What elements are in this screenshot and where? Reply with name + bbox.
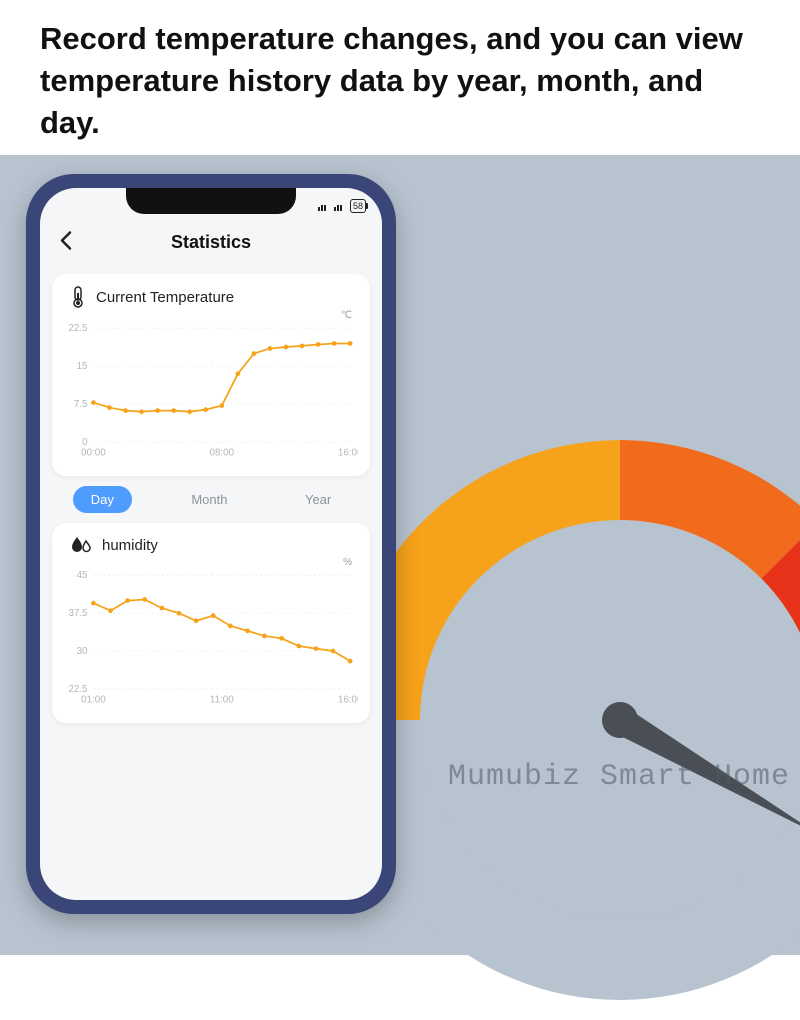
temperature-card: Current Temperature ℃ 0 7.5 15 22.5 00:00 08:…	[52, 274, 370, 476]
humidity-icon	[70, 535, 92, 555]
back-button[interactable]	[54, 227, 78, 258]
svg-text:01:00: 01:00	[81, 695, 106, 706]
phone-frame: 58 Statistics Current Temperature ℃ 0 7.5…	[26, 174, 396, 914]
watermark: Mumubiz Smart Home	[448, 760, 790, 794]
signal-icon	[334, 201, 346, 211]
temperature-unit: ℃	[64, 310, 358, 321]
tab-day[interactable]: Day	[73, 486, 132, 513]
nav-bar: Statistics	[40, 220, 382, 264]
svg-text:30: 30	[77, 646, 88, 657]
phone-screen: 58 Statistics Current Temperature ℃ 0 7.5…	[40, 188, 382, 900]
signal-icon	[318, 201, 330, 211]
svg-text:7.5: 7.5	[74, 399, 88, 410]
svg-text:22.5: 22.5	[68, 323, 88, 334]
battery-indicator: 58	[350, 199, 366, 213]
svg-text:37.5: 37.5	[68, 608, 88, 619]
svg-text:22.5: 22.5	[68, 684, 88, 695]
thermometer-icon	[70, 286, 86, 308]
temperature-chart: 0 7.5 15 22.5 00:00 08:00 16:00	[64, 321, 358, 461]
svg-text:0: 0	[82, 437, 88, 448]
svg-text:16:00: 16:00	[338, 448, 358, 459]
temperature-card-title: Current Temperature	[96, 289, 234, 306]
svg-text:08:00: 08:00	[210, 448, 235, 459]
svg-text:45: 45	[77, 570, 88, 581]
humidity-unit: %	[64, 557, 358, 568]
svg-text:11:00: 11:00	[210, 695, 234, 706]
page-title: Statistics	[171, 232, 251, 253]
svg-text:00:00: 00:00	[81, 448, 106, 459]
humidity-chart: 22.5 30 37.5 45 01:00 11:00 16:00	[64, 568, 358, 708]
phone-notch	[126, 188, 296, 214]
tab-month[interactable]: Month	[173, 486, 245, 513]
promo-headline: Record temperature changes, and you can …	[0, 0, 800, 168]
humidity-card: humidity % 22.5 30 37.5 45 01:00 11:00 16:00	[52, 523, 370, 723]
chevron-left-icon	[59, 231, 73, 251]
time-range-tabs: Day Month Year	[52, 486, 370, 513]
humidity-card-title: humidity	[102, 537, 158, 554]
svg-text:16:00: 16:00	[338, 695, 358, 706]
svg-text:15: 15	[77, 361, 88, 372]
tab-year[interactable]: Year	[287, 486, 349, 513]
